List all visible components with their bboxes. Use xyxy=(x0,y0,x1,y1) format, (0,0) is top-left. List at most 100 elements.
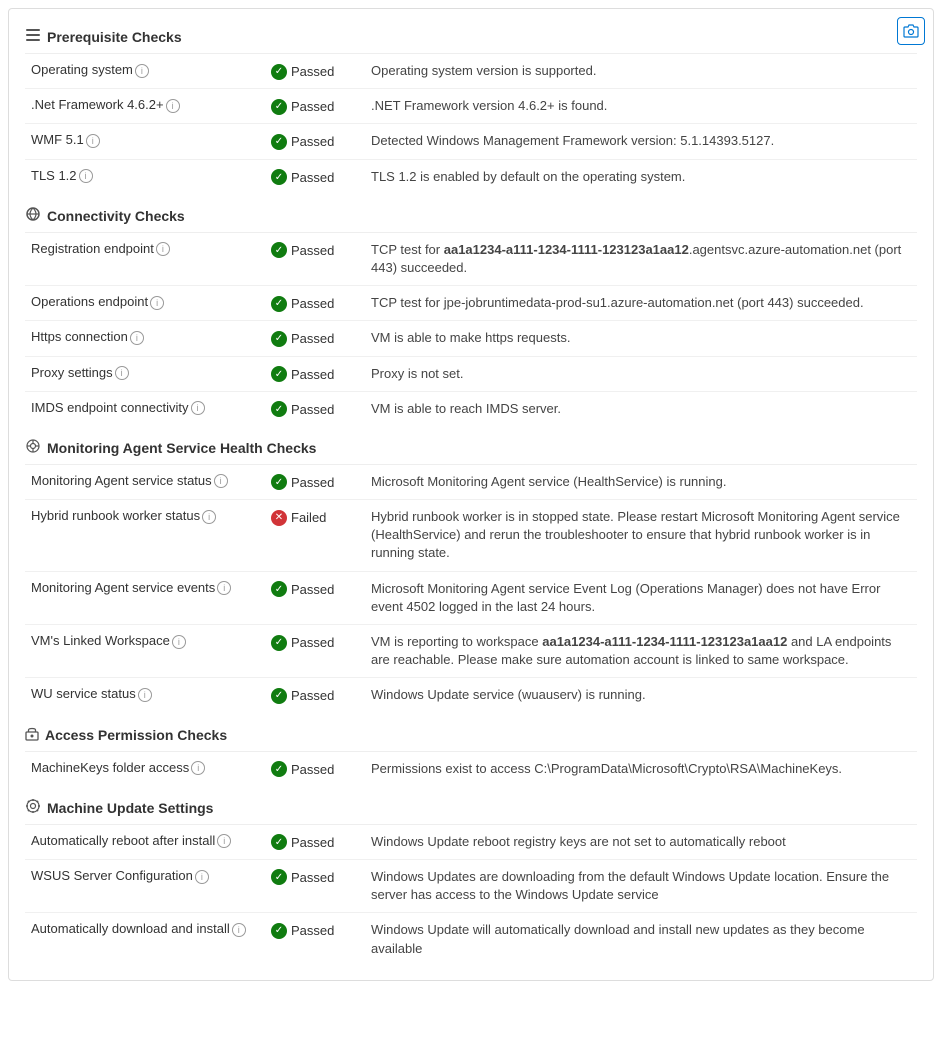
check-name-cell: Operations endpointi xyxy=(25,286,265,321)
section-access: Access Permission ChecksMachineKeys fold… xyxy=(25,717,917,786)
status-passed: ✓Passed xyxy=(271,581,334,597)
table-row: Proxy settingsi✓PassedProxy is not set. xyxy=(25,356,917,391)
passed-icon: ✓ xyxy=(271,64,287,80)
status-passed: ✓Passed xyxy=(271,401,334,417)
status-passed: ✓Passed xyxy=(271,296,334,312)
check-description-cell: VM is able to make https requests. xyxy=(365,321,917,356)
table-row: Operating systemi ✓Passed Operating system… xyxy=(25,54,917,89)
passed-icon: ✓ xyxy=(271,869,287,885)
status-label: Passed xyxy=(291,134,334,149)
check-description-cell: VM is reporting to workspace aa1a1234-a1… xyxy=(365,625,917,678)
check-status-cell: ✓Passed xyxy=(265,286,365,321)
table-row: Registration endpointi✓PassedTCP test fo… xyxy=(25,233,917,286)
check-name-cell: Hybrid runbook worker statusi xyxy=(25,500,265,572)
section-header-machine-update: Machine Update Settings xyxy=(25,790,917,825)
table-monitoring: Monitoring Agent service statusi✓PassedM… xyxy=(25,465,917,713)
status-label: Passed xyxy=(291,367,334,382)
check-name-cell: Operating systemi xyxy=(25,54,265,89)
check-name-cell: VM's Linked Workspacei xyxy=(25,625,265,678)
table-row: Operations endpointi ✓Passed TCP test for … xyxy=(25,286,917,321)
check-name-cell: WMF 5.1i xyxy=(25,124,265,159)
table-row: WSUS Server Configurationi✓PassedWindows… xyxy=(25,859,917,912)
check-description-cell: Hybrid runbook worker is in stopped stat… xyxy=(365,500,917,572)
lock-icon xyxy=(25,725,39,745)
section-connectivity: Connectivity ChecksRegistration endpoint… xyxy=(25,198,917,426)
status-passed: ✓Passed xyxy=(271,869,334,885)
section-header-access: Access Permission Checks xyxy=(25,717,917,752)
status-passed: ✓ Passed xyxy=(271,366,334,382)
check-status-cell: ✓Passed xyxy=(265,321,365,356)
section-label-machine-update: Machine Update Settings xyxy=(47,800,213,816)
info-icon[interactable]: i xyxy=(86,134,100,148)
check-description-cell: TCP test for jpe-jobruntimedata-prod-su1… xyxy=(365,286,917,321)
check-description-cell: Microsoft Monitoring Agent service Event… xyxy=(365,571,917,624)
info-icon[interactable]: i xyxy=(202,510,216,524)
info-icon[interactable]: i xyxy=(191,401,205,415)
check-description-cell: Windows Update service (wuauserv) is run… xyxy=(365,678,917,713)
check-status-cell: ✓ Passed xyxy=(265,89,365,124)
table-row: IMDS endpoint connectivityi✓PassedVM is … xyxy=(25,391,917,426)
info-icon[interactable]: i xyxy=(138,688,152,702)
status-passed: ✓Passed xyxy=(271,923,334,939)
status-passed: ✓Passed xyxy=(271,761,334,777)
check-description-cell: Operating system version is supported. xyxy=(365,54,917,89)
check-status-cell: ✓Passed xyxy=(265,913,365,966)
table-row: Monitoring Agent service eventsi✓PassedM… xyxy=(25,571,917,624)
info-icon[interactable]: i xyxy=(156,242,170,256)
status-passed: ✓Passed xyxy=(271,688,334,704)
status-label: Passed xyxy=(291,688,334,703)
info-icon[interactable]: i xyxy=(232,923,246,937)
failed-icon: ✕ xyxy=(271,510,287,526)
info-icon[interactable]: i xyxy=(195,870,209,884)
table-row: WU service statusi✓PassedWindows Update … xyxy=(25,678,917,713)
info-icon[interactable]: i xyxy=(172,635,186,649)
passed-icon: ✓ xyxy=(271,99,287,115)
status-passed: ✓Passed xyxy=(271,331,334,347)
passed-icon: ✓ xyxy=(271,923,287,939)
table-row: TLS 1.2i✓PassedTLS 1.2 is enabled by def… xyxy=(25,159,917,194)
passed-icon: ✓ xyxy=(271,474,287,490)
status-label: Passed xyxy=(291,99,334,114)
table-row: WMF 5.1i ✓ Passed Detected Windows Manageme… xyxy=(25,124,917,159)
check-description-cell: Detected Windows Management Framework ve… xyxy=(365,124,917,159)
passed-icon: ✓ xyxy=(271,242,287,258)
camera-button[interactable] xyxy=(897,17,925,45)
status-passed: ✓Passed xyxy=(271,64,334,80)
info-icon[interactable]: i xyxy=(217,834,231,848)
info-icon[interactable]: i xyxy=(166,99,180,113)
table-row: Automatically download and installi✓Pass… xyxy=(25,913,917,966)
table-row: Automatically reboot after installi✓Pass… xyxy=(25,825,917,860)
check-name-cell: TLS 1.2i xyxy=(25,159,265,194)
status-label: Passed xyxy=(291,331,334,346)
passed-icon: ✓ xyxy=(271,134,287,150)
table-machine-update: Automatically reboot after installi✓Pass… xyxy=(25,825,917,966)
check-status-cell: ✓Passed xyxy=(265,678,365,713)
section-header-prerequisite: Prerequisite Checks xyxy=(25,19,917,54)
info-icon[interactable]: i xyxy=(217,581,231,595)
check-name-cell: MachineKeys folder accessi xyxy=(25,752,265,786)
status-failed: ✕Failed xyxy=(271,510,326,526)
info-icon[interactable]: i xyxy=(79,169,93,183)
section-label-connectivity: Connectivity Checks xyxy=(47,208,185,224)
passed-icon: ✓ xyxy=(271,834,287,850)
info-icon[interactable]: i xyxy=(115,366,129,380)
check-name-cell: Https connectioni xyxy=(25,321,265,356)
status-label: Passed xyxy=(291,635,334,650)
sections-container: Prerequisite ChecksOperating systemi✓Pas… xyxy=(25,19,917,966)
info-icon[interactable]: i xyxy=(150,296,164,310)
passed-icon: ✓ xyxy=(271,366,287,382)
info-icon[interactable]: i xyxy=(214,474,228,488)
info-icon[interactable]: i xyxy=(130,331,144,345)
info-icon[interactable]: i xyxy=(191,761,205,775)
connectivity-icon xyxy=(25,206,41,226)
check-description-cell: VM is able to reach IMDS server. xyxy=(365,391,917,426)
info-icon[interactable]: i xyxy=(135,64,149,78)
check-name-cell: .Net Framework 4.6.2+i xyxy=(25,89,265,124)
check-description-cell: TLS 1.2 is enabled by default on the ope… xyxy=(365,159,917,194)
check-status-cell: ✓Passed xyxy=(265,571,365,624)
status-passed: ✓ Passed xyxy=(271,134,334,150)
status-label: Passed xyxy=(291,296,334,311)
check-description-cell: Windows Updates are downloading from the… xyxy=(365,859,917,912)
section-header-monitoring: Monitoring Agent Service Health Checks xyxy=(25,430,917,465)
check-status-cell: ✓Passed xyxy=(265,233,365,286)
